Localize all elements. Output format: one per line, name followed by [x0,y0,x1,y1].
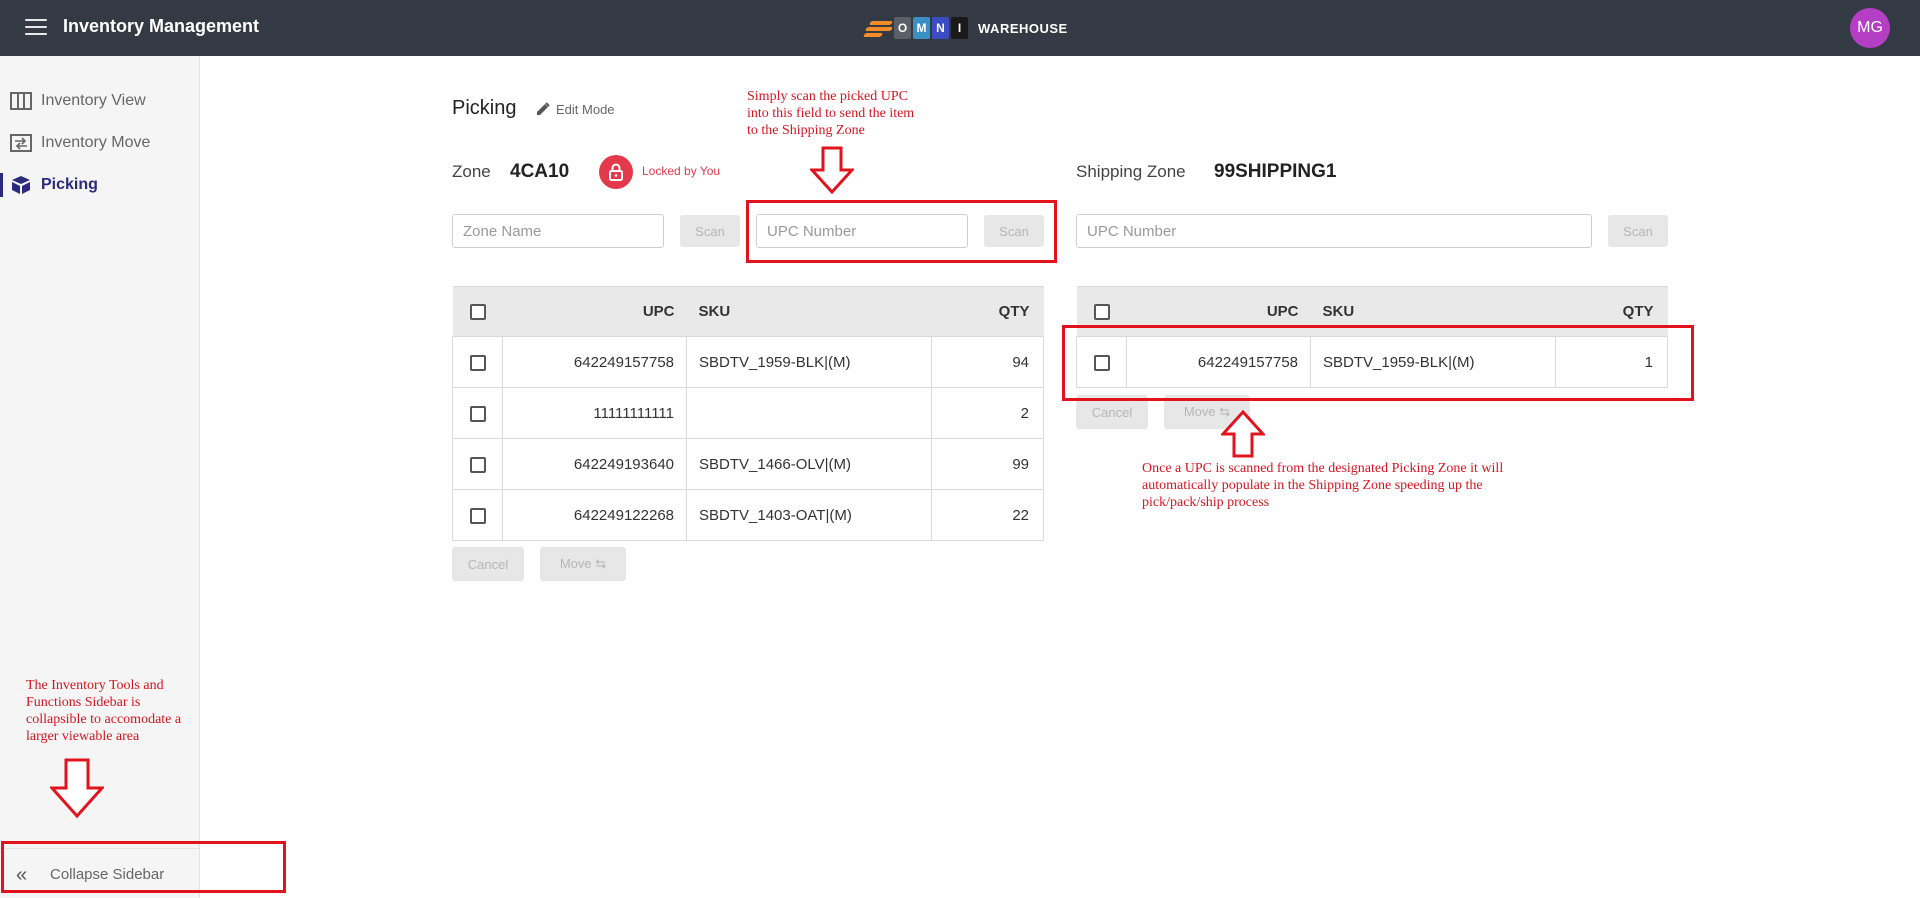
column-sku: SKU [686,286,932,337]
row-checkbox-cell [452,438,503,490]
annotation-populate-note: Once a UPC is scanned from the designate… [1142,461,1504,510]
column-qty: QTY [1555,286,1668,337]
logo-letter: N [932,17,949,39]
cell-qty: 2 [931,387,1044,439]
zone-value: 4CA10 [510,161,570,182]
select-all-checkbox[interactable] [1093,304,1110,321]
row-checkbox[interactable] [1093,354,1110,371]
table-row[interactable]: 642249122268 SBDTV_1403-OAT|(M) 22 [452,489,1044,541]
select-all-cell [1076,286,1127,337]
transfer-icon [10,134,32,152]
sidebar-item-inventory-move[interactable]: Inventory Move [0,125,200,161]
arrow-down-icon [810,146,854,194]
cell-upc: 642249157758 [1126,336,1311,388]
cell-upc: 642249193640 [502,438,687,490]
cell-qty: 94 [931,336,1044,388]
annotation-scan-note: Simply scan the picked UPC into this fie… [747,89,915,138]
cell-qty: 22 [931,489,1044,541]
boxes-icon [12,176,30,194]
menu-icon[interactable] [25,19,47,37]
row-checkbox[interactable] [469,507,486,524]
annotation-sidebar-note: The Inventory Tools and Functions Sideba… [26,678,182,744]
column-upc: UPC [502,286,687,337]
row-checkbox-cell [452,489,503,541]
sidebar-item-label: Inventory View [41,92,146,109]
cell-sku: SBDTV_1466-OLV|(M) [686,438,932,490]
logo-flame-icon [862,18,894,38]
sidebar-item-picking[interactable]: Picking [0,167,200,203]
upc-number-input[interactable] [756,214,968,248]
cell-sku: SBDTV_1959-BLK|(M) [1310,336,1556,388]
table-header-row: UPC SKU QTY [452,286,1044,337]
sidebar-item-label: Inventory Move [41,134,151,151]
page-title: Picking [452,97,517,119]
chevron-double-left-icon: « [16,864,28,886]
cell-sku: SBDTV_1403-OAT|(M) [686,489,932,541]
table-row[interactable]: 642249157758 SBDTV_1959-BLK|(M) 94 [452,336,1044,388]
collapse-sidebar-label: Collapse Sidebar [50,866,165,883]
sidebar-item-label: Picking [41,176,98,193]
row-checkbox-cell [452,336,503,388]
cell-qty: 1 [1555,336,1668,388]
zone-label: Zone [452,162,491,181]
shipping-upc-input[interactable] [1076,214,1592,248]
shipping-zone-value: 99SHIPPING1 [1214,161,1337,182]
edit-mode-button[interactable]: Edit Mode [536,100,615,118]
select-all-cell [452,286,503,337]
omni-warehouse-logo: O M N I WAREHOUSE [862,16,1068,40]
shipping-zone-label: Shipping Zone [1076,162,1186,181]
lock-button[interactable] [599,155,633,189]
cell-upc: 11111111111 [502,387,687,439]
cell-sku: SBDTV_1959-BLK|(M) [686,336,932,388]
collapse-sidebar-button[interactable]: « Collapse Sidebar [0,848,200,898]
column-qty: QTY [931,286,1044,337]
table-row[interactable]: 642249157758 SBDTV_1959-BLK|(M) 1 [1076,336,1668,388]
logo-word: WAREHOUSE [978,20,1068,36]
picking-cancel-button[interactable]: Cancel [452,547,524,581]
user-avatar[interactable]: MG [1850,8,1890,48]
column-upc: UPC [1126,286,1311,337]
shipping-cancel-button[interactable]: Cancel [1076,395,1148,429]
lock-status: Locked by You [642,164,721,178]
cell-sku [686,387,932,439]
logo-letter: O [894,17,911,39]
shipping-scan-button[interactable]: Scan [1608,215,1668,247]
row-checkbox[interactable] [469,405,486,422]
picking-zone-table: UPC SKU QTY 642249157758 SBDTV_1959-BLK|… [452,286,1044,541]
shipping-zone-table: UPC SKU QTY 642249157758 SBDTV_1959-BLK|… [1076,286,1668,388]
app-title: Inventory Management [63,16,260,36]
top-app-bar: Inventory Management O M N I WAREHOUSE M… [0,0,1920,56]
zone-name-input[interactable] [452,214,664,248]
pencil-icon [537,102,550,115]
cell-upc: 642249122268 [502,489,687,541]
grid-icon [10,92,32,110]
upc-scan-button[interactable]: Scan [984,215,1044,247]
sidebar-item-inventory-view[interactable]: Inventory View [0,83,200,119]
lock-icon [609,163,623,181]
logo-letter: I [951,17,968,39]
cell-qty: 99 [931,438,1044,490]
select-all-checkbox[interactable] [469,304,486,321]
table-header-row: UPC SKU QTY [1076,286,1668,337]
row-checkbox-cell [452,387,503,439]
edit-mode-label: Edit Mode [556,101,615,117]
picking-move-button[interactable]: Move ⇆ [540,547,626,581]
zone-scan-button[interactable]: Scan [680,215,740,247]
row-checkbox[interactable] [469,456,486,473]
arrow-up-icon [1221,410,1265,458]
table-row[interactable]: 642249193640 SBDTV_1466-OLV|(M) 99 [452,438,1044,490]
row-checkbox[interactable] [469,354,486,371]
table-row[interactable]: 11111111111 2 [452,387,1044,439]
cell-upc: 642249157758 [502,336,687,388]
arrow-down-icon [50,758,104,818]
logo-letter: M [913,17,930,39]
column-sku: SKU [1310,286,1556,337]
row-checkbox-cell [1076,336,1127,388]
